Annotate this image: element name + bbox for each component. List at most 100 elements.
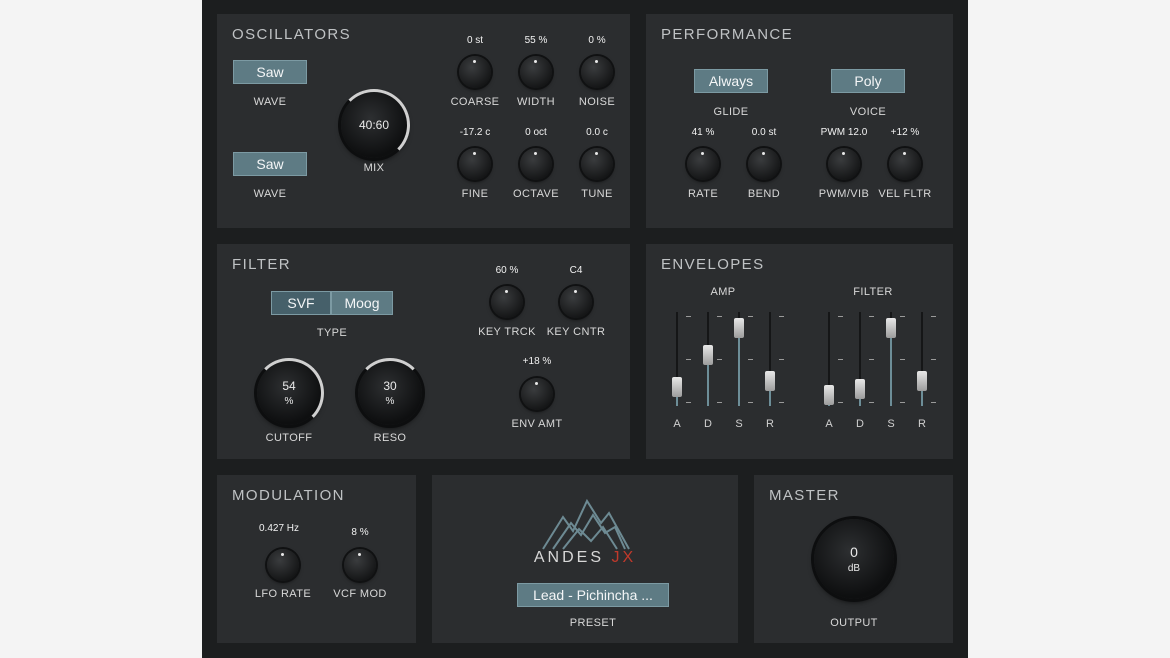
pwmvib-knob[interactable]	[828, 148, 860, 180]
amp-env-stage-label: D	[704, 418, 712, 430]
voice-label: VOICE	[849, 106, 887, 118]
wave1-label: WAVE	[253, 96, 287, 108]
keycntr-value: C4	[569, 265, 583, 276]
filter-type-svf[interactable]: SVF	[271, 291, 331, 315]
slider-tick	[838, 359, 843, 360]
panel-title: OSCILLATORS	[232, 26, 352, 43]
slider-tick	[838, 402, 843, 403]
bend-label: BEND	[747, 188, 781, 200]
slider-tick	[900, 316, 905, 317]
logo-accent: JX	[611, 549, 637, 566]
slider-tick	[838, 316, 843, 317]
slider-tick	[869, 359, 874, 360]
slider-tick	[931, 402, 936, 403]
noise-knob[interactable]	[581, 56, 613, 88]
slider-tick	[779, 402, 784, 403]
filter-env-slider-r[interactable]	[917, 312, 927, 406]
tune-knob[interactable]	[581, 148, 613, 180]
slider-tick	[748, 359, 753, 360]
filter-env-stage-label: A	[825, 418, 833, 430]
vcfmod-knob[interactable]	[344, 549, 376, 581]
wave1-select[interactable]: Saw	[233, 60, 307, 84]
slider-tick	[931, 316, 936, 317]
oscillators-panel: OSCILLATORS Saw WAVE Saw WAVE 40:60 MIX …	[217, 14, 630, 228]
amp-env-slider-r[interactable]	[765, 312, 775, 406]
logo-main: ANDES	[533, 549, 604, 566]
slider-tick	[900, 359, 905, 360]
noise-label: NOISE	[578, 96, 616, 108]
filter-env-label: FILTER	[853, 286, 893, 298]
cutoff-knob[interactable]: 54 %	[254, 358, 324, 428]
output-value: 0	[850, 544, 858, 560]
preset-select[interactable]: Lead - Pichincha ...	[517, 583, 669, 607]
filter-env-slider-s[interactable]	[886, 312, 896, 406]
keycntr-knob[interactable]	[560, 286, 592, 318]
panel-title: FILTER	[232, 256, 291, 273]
mix-knob[interactable]: 40:60	[338, 89, 410, 161]
envamt-label: ENV AMT	[511, 418, 563, 430]
slider-tick	[748, 316, 753, 317]
lforate-knob[interactable]	[267, 549, 299, 581]
voice-select[interactable]: Poly	[831, 69, 905, 93]
output-knob[interactable]: 0 dB	[814, 519, 894, 599]
panel-title: MODULATION	[232, 487, 345, 504]
envamt-knob[interactable]	[521, 378, 553, 410]
filter-env-stage-label: D	[856, 418, 864, 430]
filter-env-slider-a[interactable]	[824, 312, 834, 406]
output-unit: dB	[847, 563, 861, 574]
keytrck-knob[interactable]	[491, 286, 523, 318]
velfltr-value: +12 %	[890, 127, 920, 138]
slider-tick	[869, 316, 874, 317]
glide-label: GLIDE	[713, 106, 749, 118]
master-panel: MASTER 0 dB OUTPUT	[754, 475, 953, 643]
tune-label: TUNE	[581, 188, 613, 200]
noise-value: 0 %	[588, 35, 606, 46]
panel-title: ENVELOPES	[661, 256, 765, 273]
bend-value: 0.0 st	[751, 127, 777, 138]
mix-label: MIX	[363, 162, 385, 174]
preset-panel: ANDES JX Lead - Pichincha ... PRESET	[432, 475, 738, 643]
fine-knob[interactable]	[459, 148, 491, 180]
filter-env-stage-label: R	[918, 418, 926, 430]
coarse-knob[interactable]	[459, 56, 491, 88]
keycntr-label: KEY CNTR	[546, 326, 606, 338]
tune-value: 0.0 c	[586, 127, 608, 138]
reso-knob[interactable]: 30 %	[355, 358, 425, 425]
panel-title: PERFORMANCE	[661, 26, 794, 43]
output-label: OUTPUT	[830, 617, 878, 629]
slider-tick	[686, 359, 691, 360]
modulation-panel: MODULATION 0.427 Hz LFO RATE 8 % VCF MOD	[217, 475, 416, 643]
preset-label: PRESET	[569, 617, 617, 629]
filter-type-moog[interactable]: Moog	[331, 291, 393, 315]
amp-env-stage-label: S	[735, 418, 743, 430]
octave-knob[interactable]	[520, 148, 552, 180]
glide-select[interactable]: Always	[694, 69, 768, 93]
rate-knob[interactable]	[687, 148, 719, 180]
slider-tick	[748, 402, 753, 403]
slider-tick	[779, 359, 784, 360]
lforate-value: 0.427 Hz	[258, 523, 300, 534]
slider-tick	[869, 402, 874, 403]
filter-env-stage-label: S	[887, 418, 895, 430]
performance-panel: PERFORMANCE Always GLIDE Poly VOICE 41 %…	[646, 14, 953, 228]
slider-tick	[717, 359, 722, 360]
velfltr-knob[interactable]	[889, 148, 921, 180]
amp-env-slider-s[interactable]	[734, 312, 744, 406]
cutoff-label: CUTOFF	[265, 432, 313, 444]
slider-tick	[717, 316, 722, 317]
width-knob[interactable]	[520, 56, 552, 88]
amp-env-stage-label: A	[673, 418, 681, 430]
amp-env-slider-a[interactable]	[672, 312, 682, 406]
envamt-value: +18 %	[522, 356, 552, 367]
amp-env-stage-label: R	[766, 418, 774, 430]
filter-type-label: TYPE	[316, 327, 348, 339]
amp-env-slider-d[interactable]	[703, 312, 713, 406]
filter-env-slider-d[interactable]	[855, 312, 865, 406]
andes-logo-text: ANDES JX	[432, 549, 738, 567]
andes-mountain-logo	[542, 498, 630, 550]
wave2-select[interactable]: Saw	[233, 152, 307, 176]
reso-label: RESO	[373, 432, 407, 444]
bend-knob[interactable]	[748, 148, 780, 180]
slider-tick	[686, 402, 691, 403]
vcfmod-label: VCF MOD	[333, 588, 387, 600]
